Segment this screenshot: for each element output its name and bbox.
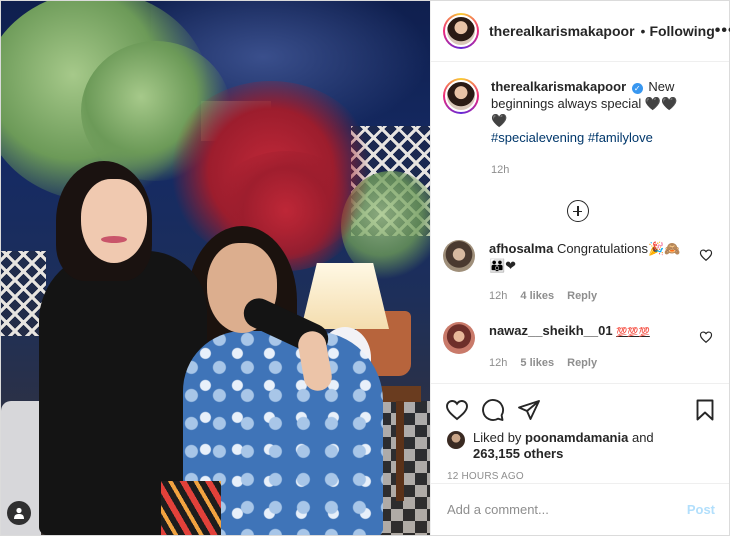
photo-table-leg bbox=[396, 401, 404, 501]
caption-author-avatar[interactable] bbox=[443, 78, 479, 114]
comments-list[interactable]: therealkarismakapoor ✓ New beginnings al… bbox=[431, 62, 729, 384]
post-actions-bar bbox=[431, 384, 729, 426]
likes-count-link[interactable]: 263,155 others bbox=[473, 446, 563, 461]
post-comment-button[interactable]: Post bbox=[687, 502, 715, 517]
post-header: therealkarismakapoor • Following ••• bbox=[431, 1, 730, 62]
comment-text: 💯💯💯 bbox=[616, 327, 650, 337]
hashtag-link[interactable]: #familylove bbox=[588, 130, 653, 145]
commenter-avatar[interactable] bbox=[443, 322, 475, 354]
liked-by-prefix: Liked by bbox=[473, 430, 522, 445]
separator-dot: • bbox=[640, 23, 646, 39]
comment-input[interactable] bbox=[447, 502, 687, 517]
photo-person-left-legs bbox=[161, 481, 221, 535]
liked-by-summary: Liked by poonamdamania and 263,155 other… bbox=[431, 430, 729, 462]
comment-body: nawaz__sheikh__01 💯💯💯 12h 5 likes Reply bbox=[489, 322, 689, 372]
tagged-users-button[interactable] bbox=[7, 501, 31, 525]
caption-body: therealkarismakapoor ✓ New beginnings al… bbox=[491, 78, 691, 146]
post-timestamp[interactable]: 12 HOURS AGO bbox=[431, 471, 729, 482]
comment-meta: 12h 4 likes Reply bbox=[489, 288, 689, 305]
photo-person-left-lips bbox=[101, 236, 127, 243]
comment-body: afhosalma Congratulations🎉🙈👪❤ 12h 4 like… bbox=[489, 240, 689, 305]
more-options-icon[interactable]: ••• bbox=[715, 22, 730, 40]
comment-likes-link[interactable]: 4 likes bbox=[520, 290, 554, 302]
liked-by-text: Liked by poonamdamania and 263,155 other… bbox=[473, 430, 654, 462]
liker-username-link[interactable]: poonamdamania bbox=[525, 430, 628, 445]
liked-by-conjunction: and bbox=[631, 430, 654, 445]
comment-item: nawaz__sheikh__01 💯💯💯 12h 5 likes Reply bbox=[443, 322, 713, 372]
reply-button[interactable]: Reply bbox=[567, 290, 597, 302]
instagram-post-modal: therealkarismakapoor • Following ••• the… bbox=[0, 0, 730, 536]
post-photo[interactable] bbox=[1, 1, 430, 535]
load-more-comments bbox=[443, 200, 713, 222]
commenter-avatar[interactable] bbox=[443, 240, 475, 272]
heart-icon[interactable] bbox=[445, 398, 469, 422]
comment-item: afhosalma Congratulations🎉🙈👪❤ 12h 4 like… bbox=[443, 240, 713, 305]
comment-likes-link[interactable]: 5 likes bbox=[520, 357, 554, 369]
comment-time: 12h bbox=[489, 357, 508, 369]
comment-icon[interactable] bbox=[481, 398, 505, 422]
heart-icon[interactable] bbox=[699, 330, 713, 344]
photo-person-left-face bbox=[81, 179, 147, 263]
author-avatar[interactable] bbox=[443, 13, 479, 49]
caption-username-link[interactable]: therealkarismakapoor bbox=[491, 79, 626, 94]
following-button[interactable]: Following bbox=[649, 23, 714, 39]
hashtag-link[interactable]: #specialevening bbox=[491, 130, 584, 145]
heart-icon[interactable] bbox=[699, 248, 713, 262]
user-icon bbox=[14, 507, 24, 519]
commenter-username-link[interactable]: nawaz__sheikh__01 bbox=[489, 323, 613, 338]
caption-time: 12h bbox=[491, 164, 510, 176]
commenter-username-link[interactable]: afhosalma bbox=[489, 241, 553, 256]
post-caption: therealkarismakapoor ✓ New beginnings al… bbox=[443, 78, 713, 146]
verified-badge-icon: ✓ bbox=[631, 83, 643, 94]
bookmark-icon[interactable] bbox=[693, 398, 717, 422]
author-username-link[interactable]: therealkarismakapoor bbox=[489, 23, 635, 39]
reply-button[interactable]: Reply bbox=[567, 357, 597, 369]
post-side-panel: therealkarismakapoor • Following ••• the… bbox=[430, 1, 730, 535]
comment-time: 12h bbox=[489, 290, 508, 302]
liker-avatar[interactable] bbox=[447, 431, 465, 449]
add-comment-bar: Post bbox=[431, 483, 729, 535]
paper-plane-icon[interactable] bbox=[517, 398, 541, 422]
plus-circle-icon[interactable] bbox=[567, 200, 589, 222]
comment-meta: 12h 5 likes Reply bbox=[489, 355, 689, 372]
